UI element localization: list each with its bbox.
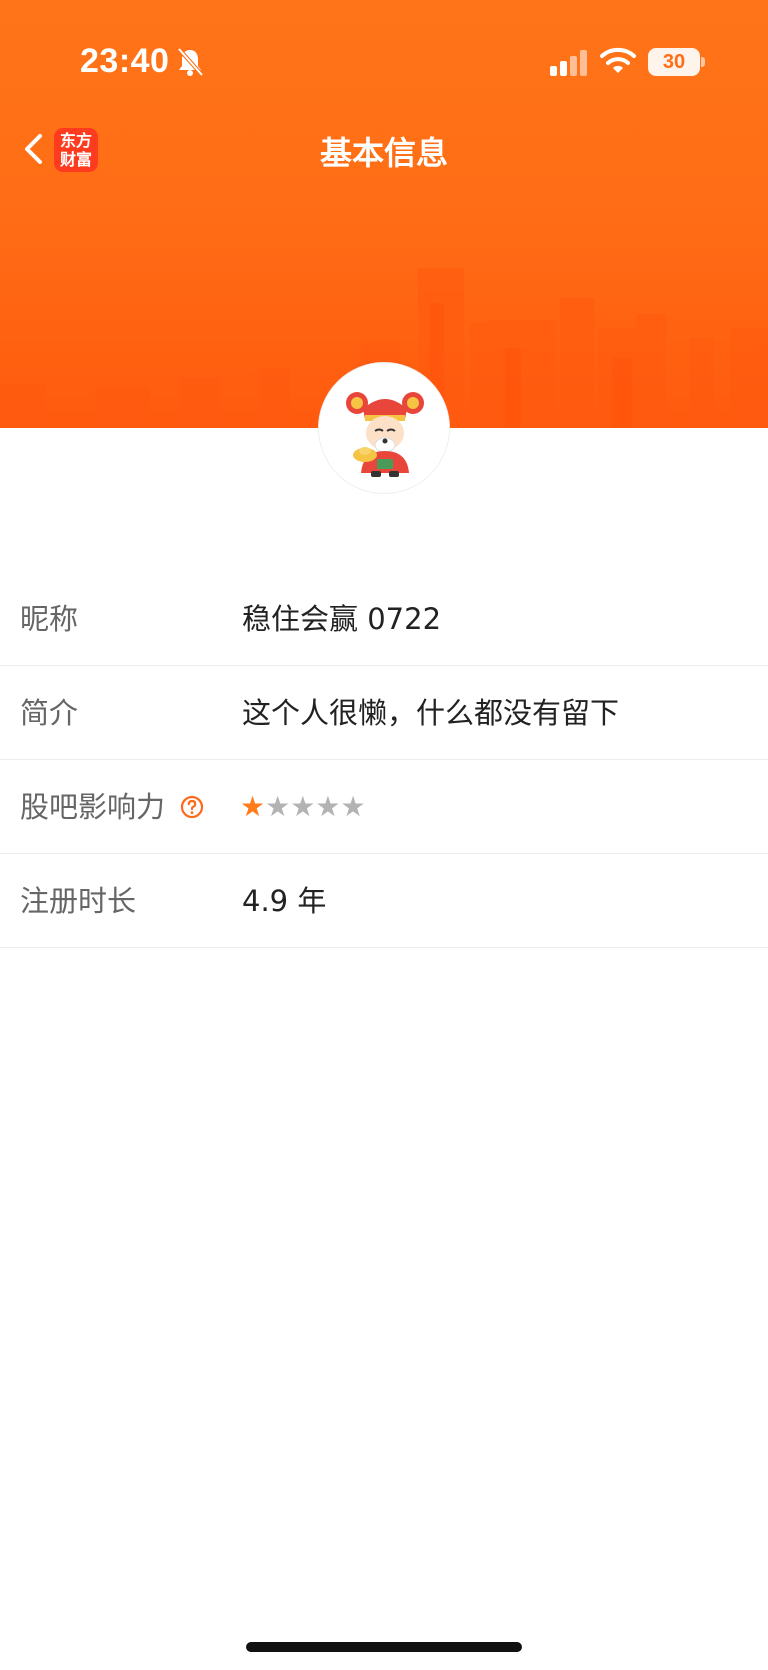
avatar[interactable]	[318, 362, 450, 494]
question-circle-icon[interactable]	[180, 795, 204, 819]
star-empty-icon: ★	[265, 790, 291, 823]
bell-slash-icon	[177, 47, 204, 77]
profile-info-list: 昵称 稳住会赢 0722 简介 这个人很懒，什么都没有留下 股吧影响力 ★★★★…	[0, 572, 768, 948]
bio-value: 这个人很懒，什么都没有留下	[242, 696, 620, 730]
influence-row: 股吧影响力 ★★★★★	[0, 760, 768, 854]
wifi-icon	[600, 47, 636, 73]
bio-label: 简介	[20, 696, 79, 730]
nickname-row: 昵称 稳住会赢 0722	[0, 572, 768, 666]
nickname-label: 昵称	[20, 602, 79, 636]
bio-row: 简介 这个人很懒，什么都没有留下	[0, 666, 768, 760]
star-empty-icon: ★	[340, 790, 366, 823]
registration-label: 注册时长	[20, 884, 137, 918]
nickname-value: 稳住会赢 0722	[242, 602, 442, 636]
star-empty-icon: ★	[290, 790, 316, 823]
star-empty-icon: ★	[315, 790, 341, 823]
page-title: 基本信息	[319, 134, 448, 172]
registration-value: 4.9 年	[242, 884, 327, 918]
influence-star-rating: ★★★★★	[240, 760, 366, 854]
status-time: 23:40	[80, 42, 170, 80]
nav-bar: 东方 财富 基本信息	[0, 120, 768, 180]
registration-row: 注册时长 4.9 年	[0, 854, 768, 948]
status-bar: 23:40 30	[0, 0, 768, 120]
star-filled-icon: ★	[240, 790, 266, 823]
battery-icon: 30	[648, 48, 700, 76]
signal-icon	[550, 50, 587, 76]
influence-label: 股吧影响力	[20, 790, 166, 824]
battery-tip	[701, 57, 705, 67]
home-indicator[interactable]	[246, 1642, 522, 1652]
fortune-god-avatar-image	[319, 363, 449, 493]
